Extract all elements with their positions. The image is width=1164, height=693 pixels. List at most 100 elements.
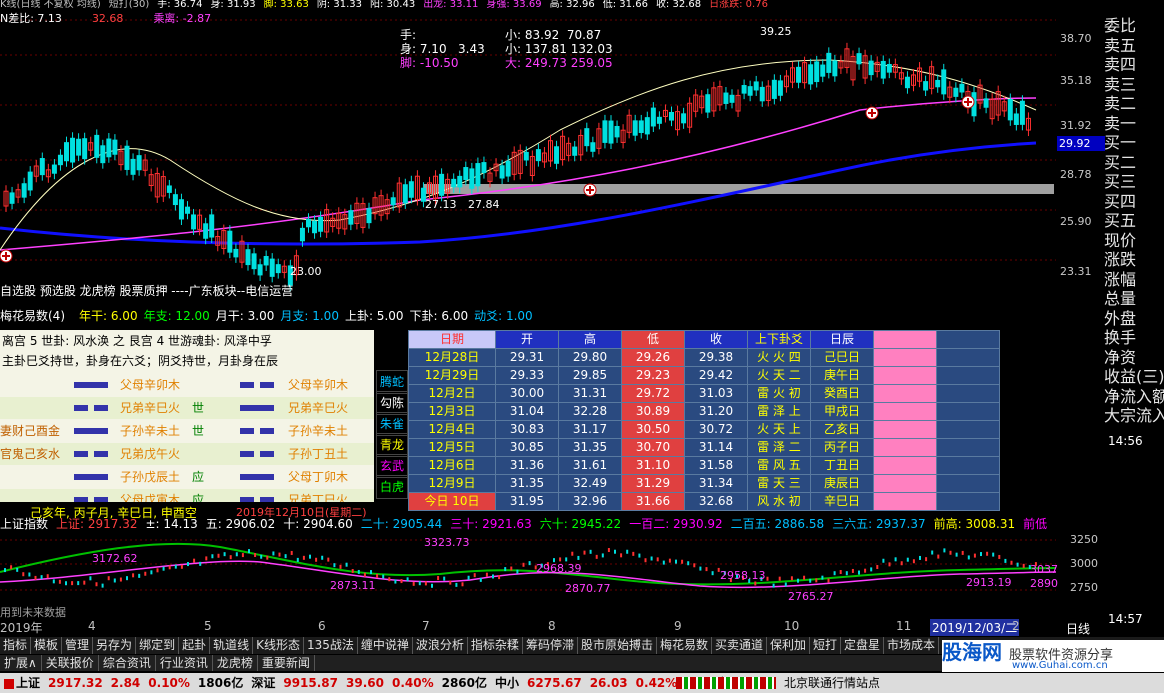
candle-body xyxy=(112,139,118,155)
candle-body xyxy=(650,107,656,127)
quote-field-label: 买三 xyxy=(1104,172,1137,191)
menu-item[interactable]: 管理 xyxy=(62,637,94,654)
time-axis-label: 4 xyxy=(88,619,96,633)
index-candle xyxy=(199,561,202,566)
index-candle xyxy=(65,581,67,586)
calendar-row: 12月29日 29.33 29.85 29.23 29.42 火 天 二庚午日 xyxy=(408,366,1000,385)
trigram-value: 上卦: 5.00 xyxy=(344,309,404,323)
index-candle xyxy=(40,575,43,580)
index-candle xyxy=(229,555,232,560)
candle-body xyxy=(741,85,747,94)
menu-item[interactable]: 模板 xyxy=(31,637,63,654)
menu-item[interactable]: 起卦 xyxy=(179,637,211,654)
index-candle xyxy=(473,573,476,578)
header-item: 手: 36.74 xyxy=(157,0,203,10)
index-candle xyxy=(193,558,196,563)
index-candle xyxy=(937,554,940,559)
status-value: 0.10% xyxy=(148,676,190,690)
index-candle xyxy=(455,582,458,587)
server-label[interactable]: 北京联通行情站点 xyxy=(784,673,880,693)
menu2-item[interactable]: 扩展∧ xyxy=(0,655,42,671)
world-response-tag: 世 xyxy=(192,424,205,438)
candle-body xyxy=(777,80,783,96)
menu-item[interactable]: 买卖通道 xyxy=(712,637,767,654)
index-value: ±: 14.13 xyxy=(145,517,198,531)
header-line2: N差比: 7.13 32.68 乘离: -2.87 xyxy=(0,10,241,26)
calendar-pink-col xyxy=(873,330,937,349)
index-candle xyxy=(845,571,848,576)
world-response-tag: 世 xyxy=(192,401,205,415)
index-candle xyxy=(150,570,153,575)
menu-item[interactable]: 绑定到 xyxy=(136,637,180,654)
index-candle xyxy=(107,576,110,581)
changed-yao-label: 父母辛卯木 xyxy=(288,378,349,392)
menu-item[interactable]: 股市原始搏击 xyxy=(578,637,657,654)
low-mark: 23.00 xyxy=(290,265,322,278)
index-candle xyxy=(815,578,818,583)
calendar-cell: 31.35 xyxy=(495,474,559,493)
status-value: 上证 xyxy=(16,676,41,690)
calendar-cell: 火 天 上 xyxy=(747,420,811,439)
menu-item[interactable]: K线形态 xyxy=(253,637,304,654)
menu2-item[interactable]: 龙虎榜 xyxy=(213,655,258,671)
world-response-tag: 应 xyxy=(192,470,205,484)
menu2-item[interactable]: 重要新闻 xyxy=(258,655,315,671)
candle-body xyxy=(935,79,941,88)
trigram-value: 下卦: 6.00 xyxy=(409,309,469,323)
header-item: 身强: 33.69 xyxy=(486,0,542,10)
calendar-row: 12月5日 30.85 31.35 30.70 31.14 雷 泽 二丙子日 xyxy=(408,438,1000,457)
menu2-item[interactable]: 综合资讯 xyxy=(99,655,156,671)
index-candle xyxy=(296,557,299,562)
time-axis-label: 5 xyxy=(204,619,212,633)
menu-item[interactable]: 筹码停滞 xyxy=(523,637,578,654)
index-chart-label: 3172.62 xyxy=(92,552,138,565)
menu-item[interactable]: 指标杂糅 xyxy=(468,637,523,654)
quote-field-label: 买二 xyxy=(1104,152,1137,172)
index-candle xyxy=(211,554,214,559)
calendar-cell: 12月2日 xyxy=(408,384,496,403)
index-candle xyxy=(894,557,897,562)
menu-item[interactable]: 另存为 xyxy=(93,637,137,654)
menu-item[interactable]: 市场成本 xyxy=(884,637,940,654)
calendar-pink-cell xyxy=(873,366,937,385)
index-candle xyxy=(400,579,403,584)
calendar-cell: 29.72 xyxy=(621,384,685,403)
menu-item[interactable]: 保利加 xyxy=(767,637,811,654)
menu-item[interactable]: 缠中说禅 xyxy=(358,637,413,654)
menu2-item[interactable]: 行业资讯 xyxy=(156,655,213,671)
menu2-item[interactable]: 关联报价 xyxy=(42,655,99,671)
header-item: K线(日线 不复权 均线) xyxy=(0,0,101,10)
candle-body xyxy=(70,137,76,163)
calendar-row: 12月2日 30.00 31.31 29.72 31.03 雷 火 初癸酉日 xyxy=(408,384,1000,403)
index-candle xyxy=(522,562,525,567)
change-yao-symbol xyxy=(240,474,274,480)
yao-symbol xyxy=(74,428,108,434)
quote-field-label: 涨幅 xyxy=(1104,269,1137,289)
menu-item[interactable]: 指标 xyxy=(0,637,32,654)
period-label[interactable]: 日线 xyxy=(1066,620,1090,637)
index-value: 十: 2904.60 xyxy=(283,517,353,531)
index-candle xyxy=(1004,558,1007,563)
market-breadth-icon xyxy=(676,677,776,689)
index-candle xyxy=(22,572,25,577)
index-chart[interactable] xyxy=(0,532,1056,616)
menu-item[interactable]: 135战法 xyxy=(304,637,358,654)
calendar-cell: 雷 风 五 xyxy=(747,456,811,475)
menu-item[interactable]: 短打 xyxy=(810,637,842,654)
menu-item[interactable]: 梅花易数 xyxy=(657,637,712,654)
menu-item[interactable]: 波浪分析 xyxy=(413,637,468,654)
status-value: 0.40% xyxy=(391,676,434,690)
index-candle xyxy=(967,555,970,560)
candle-body xyxy=(203,223,209,239)
calendar-cell: 31.58 xyxy=(684,456,748,475)
calendar-row: 12月6日 31.36 31.61 31.10 31.58 雷 风 五丁丑日 xyxy=(408,456,1000,475)
status-bar: 上证 2917.32 2.84 0.10% 1806亿 深证 9915.87 39.60 0.4… xyxy=(0,673,1164,693)
index-candle xyxy=(620,553,623,558)
hexagram-panel: 离宫 5 世卦: 风水涣 之 艮宫 4 世游魂卦: 风泽中孚 主卦巳爻持世，卦身在… xyxy=(0,330,404,524)
menu-item[interactable]: 轨道线 xyxy=(210,637,254,654)
calendar-pink-cell xyxy=(873,474,937,493)
chart-footer-links[interactable]: 自选股 预选股 龙虎榜 股票质押 ----广东板块--电信运营 xyxy=(0,282,293,299)
shen-label: 身: 7.10 xyxy=(400,42,447,56)
menu-item[interactable]: 定盘星 xyxy=(841,637,885,654)
index-candle xyxy=(504,567,507,572)
